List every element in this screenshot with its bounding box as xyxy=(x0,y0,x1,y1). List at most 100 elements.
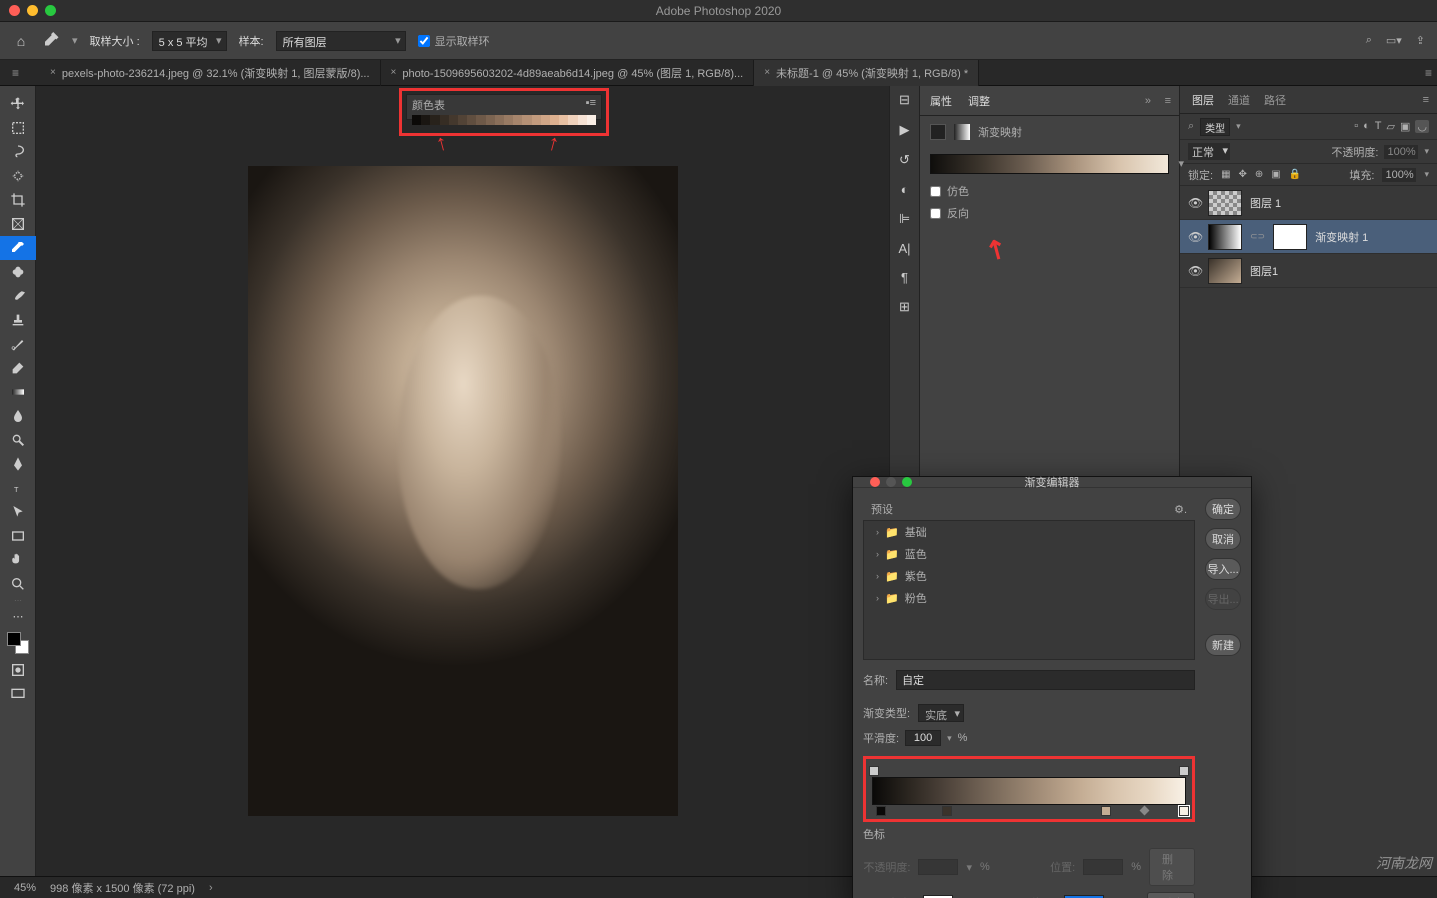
dither-checkbox[interactable]: 仿色 xyxy=(920,180,1179,202)
pen-tool[interactable] xyxy=(0,452,36,476)
rectangle-tool[interactable] xyxy=(0,524,36,548)
gradient-editor-dialog[interactable]: 渐变编辑器 预设⚙. ›📁基础 ›📁蓝色 ›📁紫色 ›📁粉色 名称: 渐变类型:… xyxy=(852,476,1252,898)
zoom-value[interactable]: 45% xyxy=(14,882,36,894)
pilcrow-icon[interactable]: ¶ xyxy=(901,270,908,285)
home-icon[interactable]: ⌂ xyxy=(12,32,30,50)
swatches-icon[interactable]: ⊞ xyxy=(899,299,910,315)
marquee-tool[interactable] xyxy=(0,116,36,140)
color-stop[interactable] xyxy=(876,806,886,816)
tabs-menu-icon[interactable]: ≡ xyxy=(12,66,19,80)
sample-size-select[interactable]: 5 x 5 平均 xyxy=(152,31,227,51)
tab-layers[interactable]: 图层 xyxy=(1192,92,1214,108)
play-icon[interactable]: ▶ xyxy=(900,122,910,138)
doc-tab-0[interactable]: ×pexels-photo-236214.jpeg @ 32.1% (渐变映射 … xyxy=(40,60,381,86)
gear-icon[interactable]: ⚙. xyxy=(1174,503,1187,516)
close-tab-icon[interactable]: × xyxy=(50,67,56,78)
gradient-tool[interactable] xyxy=(0,380,36,404)
lock-position-icon[interactable]: ✥ xyxy=(1239,169,1247,180)
layer-thumb[interactable] xyxy=(1208,224,1242,250)
tab-paths[interactable]: 路径 xyxy=(1264,92,1286,108)
layer-name[interactable]: 图层 1 xyxy=(1250,195,1281,211)
eraser-tool[interactable] xyxy=(0,356,36,380)
color-stop[interactable] xyxy=(1101,806,1111,816)
panel-icon[interactable]: ⊟ xyxy=(899,92,910,108)
layer-thumb[interactable] xyxy=(1208,258,1242,284)
move-tool[interactable] xyxy=(0,92,36,116)
path-select-tool[interactable] xyxy=(0,500,36,524)
layer-name[interactable]: 图层1 xyxy=(1250,263,1278,279)
canvas-area[interactable]: 颜色表▪≡ ↑ ↑ xyxy=(36,86,889,876)
share-icon[interactable]: ⇪ xyxy=(1416,34,1425,47)
hand-tool[interactable] xyxy=(0,548,36,572)
tab-properties[interactable]: 属性 xyxy=(930,93,952,109)
cancel-button[interactable]: 取消 xyxy=(1205,528,1241,550)
fill-value[interactable]: 100% xyxy=(1382,168,1416,182)
zoom-window-icon[interactable] xyxy=(45,5,56,16)
visibility-icon[interactable]: 👁 xyxy=(1188,196,1200,210)
preset-folder[interactable]: ›📁紫色 xyxy=(864,565,1194,587)
heal-tool[interactable] xyxy=(0,260,36,284)
tab-channels[interactable]: 通道 xyxy=(1228,92,1250,108)
blend-mode-select[interactable]: 正常 xyxy=(1188,143,1230,160)
character-icon[interactable]: A| xyxy=(898,241,910,256)
layer-row[interactable]: 👁 图层 1 xyxy=(1180,186,1437,220)
preset-folder[interactable]: ›📁蓝色 xyxy=(864,543,1194,565)
zoom-tool[interactable] xyxy=(0,572,36,596)
search-icon[interactable]: ⌕ xyxy=(1366,34,1372,47)
eyedropper-icon[interactable] xyxy=(42,32,60,50)
zoom-dialog-icon[interactable] xyxy=(902,477,912,487)
gradient-preview[interactable] xyxy=(930,154,1169,174)
stamp-tool[interactable] xyxy=(0,308,36,332)
brush-tool[interactable] xyxy=(0,284,36,308)
filter-shape-icon[interactable]: ▱ xyxy=(1387,120,1395,133)
new-button[interactable]: 新建 xyxy=(1205,634,1241,656)
delete-stop-button[interactable]: 删除 xyxy=(1149,848,1195,886)
blur-tool[interactable] xyxy=(0,404,36,428)
lock-all-icon[interactable]: 🔒 xyxy=(1289,169,1301,180)
traffic-lights[interactable] xyxy=(9,5,56,16)
show-ring-input[interactable] xyxy=(418,35,430,47)
lock-artboard-icon[interactable]: ⊕ xyxy=(1255,169,1263,180)
tabs-overflow-icon[interactable]: ≡ xyxy=(1425,66,1432,80)
midpoint[interactable] xyxy=(1140,806,1150,816)
gradient-bar[interactable] xyxy=(872,777,1186,805)
type-select[interactable]: 实底▾ xyxy=(918,704,964,722)
history-brush-tool[interactable] xyxy=(0,332,36,356)
sample-target-select[interactable]: 所有图层 xyxy=(276,31,406,51)
crop-tool[interactable] xyxy=(0,188,36,212)
close-dialog-icon[interactable] xyxy=(870,477,880,487)
quick-select-tool[interactable] xyxy=(0,164,36,188)
opacity-value[interactable]: 100% xyxy=(1384,145,1418,159)
chevron-right-icon[interactable]: › xyxy=(209,882,213,894)
panel-menu-icon[interactable]: ≡ xyxy=(1423,94,1429,106)
lock-pixels-icon[interactable]: ▦ xyxy=(1221,169,1230,180)
panel-menu-icon[interactable]: ≡ xyxy=(1165,95,1171,107)
eyedropper-tool[interactable] xyxy=(0,236,36,260)
filter-pixel-icon[interactable]: ▫ xyxy=(1354,120,1358,133)
filter-type-select[interactable]: 类型 xyxy=(1200,118,1230,136)
color-swatches[interactable] xyxy=(0,628,36,658)
ok-button[interactable]: 确定 xyxy=(1205,498,1241,520)
reverse-checkbox[interactable]: 反向 xyxy=(920,202,1179,224)
lock-nested-icon[interactable]: ▣ xyxy=(1271,169,1280,180)
type-tool[interactable]: T xyxy=(0,476,36,500)
filter-smart-icon[interactable]: ▣ xyxy=(1400,120,1410,133)
collapse-icon[interactable]: » xyxy=(1145,95,1151,107)
minimize-window-icon[interactable] xyxy=(27,5,38,16)
layer-row[interactable]: 👁 图层1 xyxy=(1180,254,1437,288)
filter-type-icon[interactable]: T xyxy=(1375,120,1382,133)
opacity-stop[interactable] xyxy=(869,766,879,776)
opacity-stop[interactable] xyxy=(1179,766,1189,776)
dodge-tool[interactable] xyxy=(0,428,36,452)
doc-info[interactable]: 998 像素 x 1500 像素 (72 ppi) xyxy=(50,880,195,896)
tab-adjustments[interactable]: 调整 xyxy=(968,93,990,109)
doc-tab-1[interactable]: ×photo-1509695603202-4d89aeab6d14.jpeg @… xyxy=(381,60,755,86)
show-ring-checkbox[interactable]: 显示取样环 xyxy=(418,33,490,49)
doc-tab-2[interactable]: ×未标题-1 @ 45% (渐变映射 1, RGB/8) * xyxy=(754,60,979,86)
color-stop[interactable] xyxy=(942,806,952,816)
workspace-icon[interactable]: ▭▾ xyxy=(1386,34,1402,47)
preset-folder[interactable]: ›📁粉色 xyxy=(864,587,1194,609)
adjustment-icon[interactable]: ◐ xyxy=(901,182,909,197)
paragraph-icon[interactable]: ⊫ xyxy=(899,211,910,227)
visibility-icon[interactable]: 👁 xyxy=(1188,230,1200,244)
